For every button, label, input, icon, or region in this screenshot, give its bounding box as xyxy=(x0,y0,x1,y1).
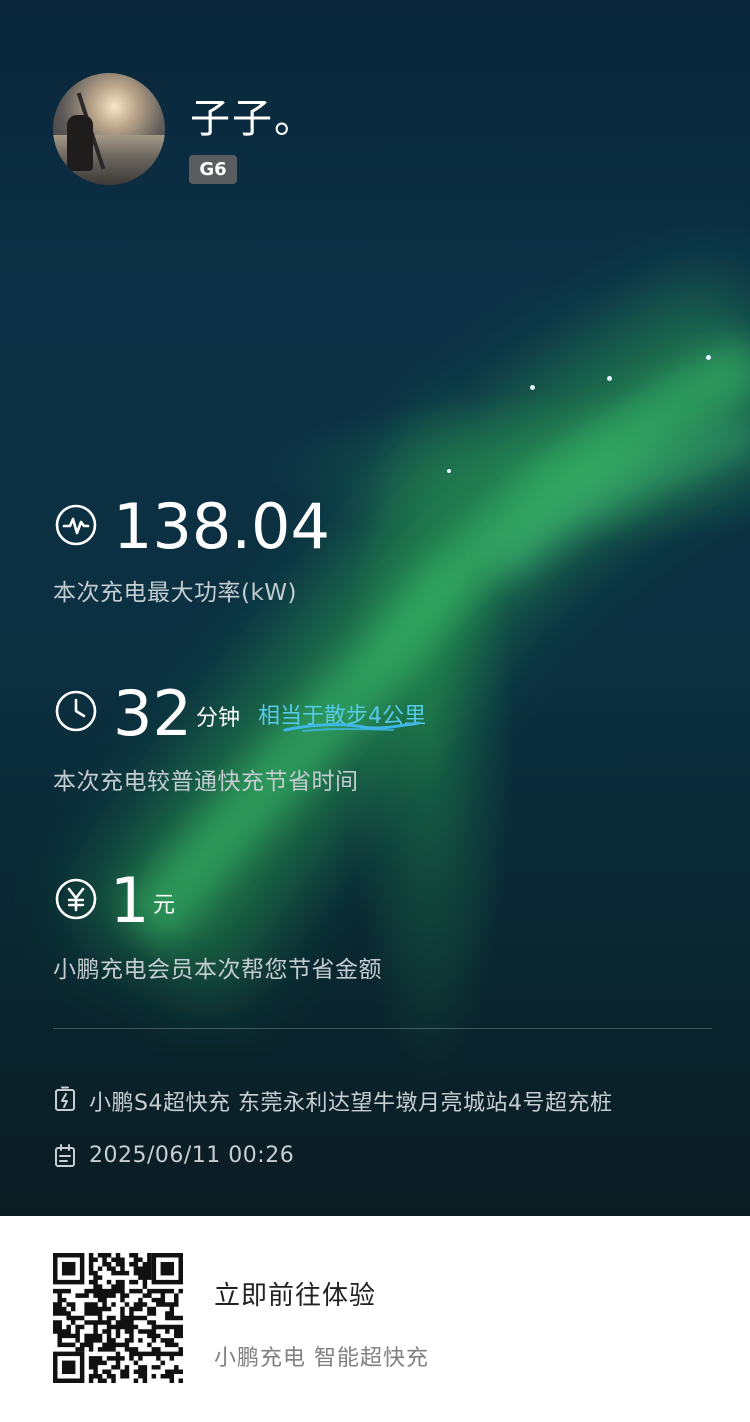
station-name: 小鹏S4超快充 东莞永利达望牛墩月亮城站4号超充桩 xyxy=(89,1091,613,1116)
yen-icon xyxy=(55,878,97,920)
max-power-label: 本次充电最大功率(kW) xyxy=(53,580,298,606)
vehicle-badge: G6 xyxy=(189,155,237,184)
time-saved-label: 本次充电较普通快充节省时间 xyxy=(53,769,359,795)
money-saved-unit: 元 xyxy=(153,893,176,918)
money-saved-value: 1 xyxy=(110,864,150,937)
charging-report-poster: 子子。 G6 138.04 本次充电最大功率(kW) 32 分钟 相当于散步4公… xyxy=(0,0,750,1216)
avatar[interactable] xyxy=(53,73,165,185)
calendar-icon xyxy=(55,1144,75,1167)
star xyxy=(706,355,711,360)
star xyxy=(530,385,535,390)
username: 子子。 xyxy=(190,96,316,142)
activity-icon xyxy=(55,504,97,546)
session-datetime: 2025/06/11 00:26 xyxy=(89,1143,295,1168)
qr-code-icon[interactable] xyxy=(53,1253,183,1383)
wavy-underline xyxy=(283,721,421,732)
star xyxy=(447,469,451,473)
time-saved-unit: 分钟 xyxy=(196,706,241,731)
clock-icon xyxy=(55,690,97,732)
money-saved-label: 小鹏充电会员本次帮您节省金额 xyxy=(53,957,382,983)
time-saved-value: 32 xyxy=(113,677,192,750)
charging-station-icon xyxy=(55,1086,75,1111)
max-power-value: 138.04 xyxy=(113,490,330,563)
try-now-cta[interactable]: 立即前往体验 xyxy=(214,1275,376,1312)
star xyxy=(607,376,612,381)
divider xyxy=(53,1028,712,1029)
footer-panel: 立即前往体验 小鹏充电 智能超快充 xyxy=(0,1216,750,1422)
brand-slogan: 小鹏充电 智能超快充 xyxy=(214,1346,429,1371)
